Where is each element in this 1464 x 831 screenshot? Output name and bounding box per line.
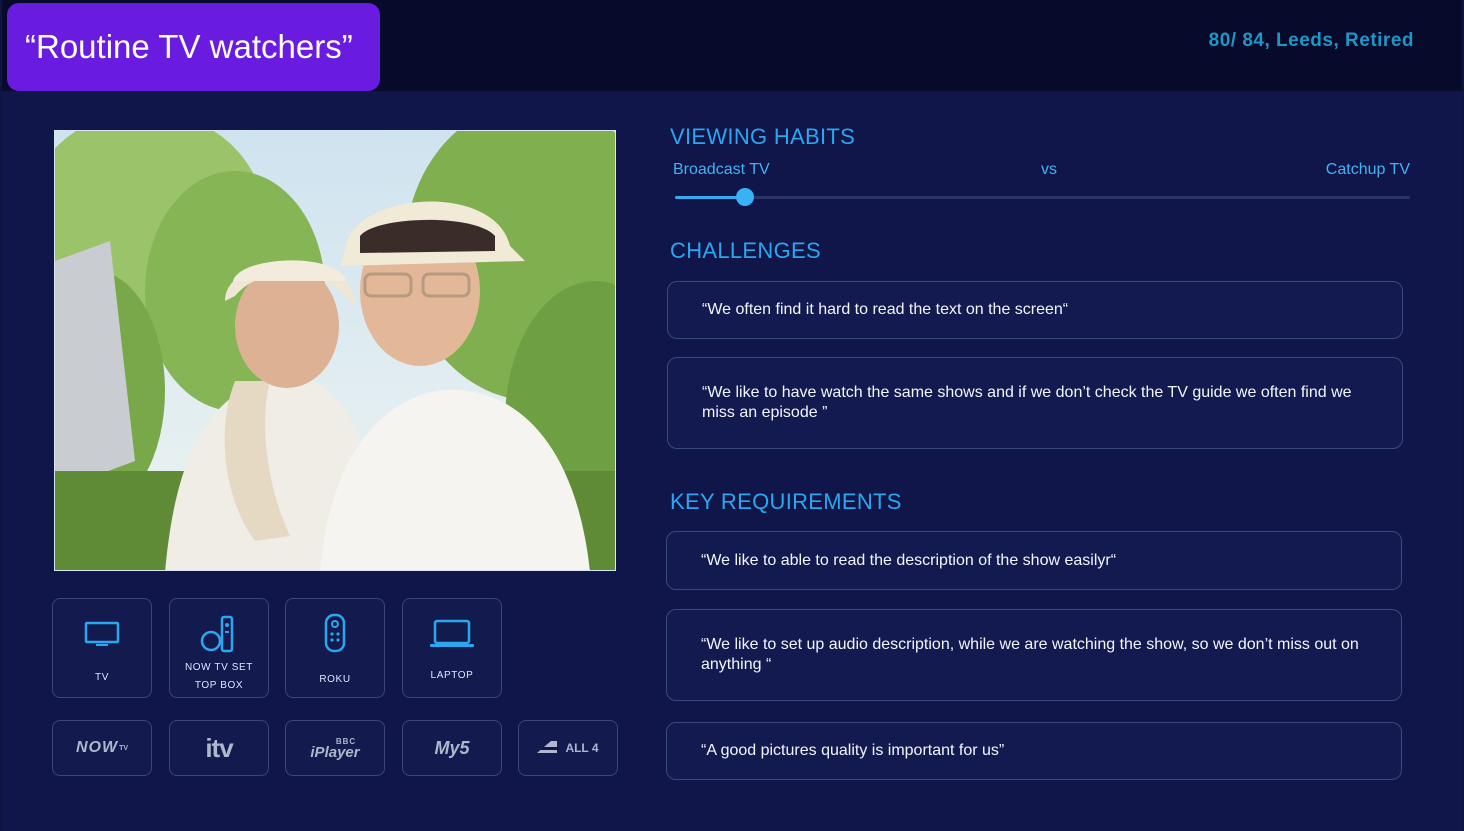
itv-logo: itv	[169, 720, 269, 776]
challenge-quote-text: “We often find it hard to read the text …	[702, 301, 1069, 318]
now-tv-logo-superscript: TV	[119, 744, 129, 752]
challenge-quote: “We often find it hard to read the text …	[667, 281, 1403, 339]
device-label: TV	[95, 672, 109, 683]
device-label: NOW TV SET TOP BOX	[184, 662, 254, 691]
remote-icon	[286, 613, 384, 658]
catchup-tv-label: Catchup TV	[1325, 161, 1410, 178]
persona-meta: 80/ 84, Leeds, Retired	[1208, 30, 1414, 51]
requirement-quote-text: “A good pictures quality is important fo…	[701, 742, 1005, 759]
device-tile-roku: ROKU	[285, 598, 385, 698]
viewing-habits-slider-fill	[675, 196, 745, 199]
challenge-quote: “We like to have watch the same shows an…	[667, 357, 1403, 449]
requirement-quote-text: “We like to set up audio description, wh…	[701, 636, 1359, 673]
now-tv-logo-text: NOW	[75, 739, 119, 756]
viewing-habits-heading: VIEWING HABITS	[670, 124, 856, 149]
device-label: ROKU	[319, 674, 351, 685]
now-tv-logo: NOW TV	[52, 720, 152, 776]
set-top-box-icon	[170, 613, 268, 658]
laptop-icon	[403, 619, 501, 654]
iplayer-logo-text: iPlayer	[310, 743, 360, 761]
persona-board: “Routine TV watchers” 80/ 84, Leeds, Ret…	[2, 0, 1462, 831]
device-tile-tv: TV	[52, 598, 152, 698]
requirement-quote: “We like to set up audio description, wh…	[666, 609, 1402, 701]
itv-logo-text: itv	[205, 732, 233, 763]
all4-logo-text: ALL 4	[565, 741, 599, 755]
device-tile-now-tv-box: NOW TV SET TOP BOX	[169, 598, 269, 698]
all4-icon	[537, 741, 560, 753]
bbc-iplayer-logo: BBC iPlayer	[285, 720, 385, 776]
challenges-heading: CHALLENGES	[670, 238, 821, 263]
my5-logo-text: My5	[434, 737, 470, 758]
persona-photo	[54, 130, 616, 571]
all4-logo: ALL 4	[518, 720, 618, 776]
header-bar: “Routine TV watchers” 80/ 84, Leeds, Ret…	[2, 0, 1462, 91]
requirement-quote: “A good pictures quality is important fo…	[666, 722, 1402, 780]
viewing-habits-slider-thumb[interactable]	[735, 188, 754, 206]
challenge-quote-text: “We like to have watch the same shows an…	[702, 384, 1352, 421]
requirement-quote: “We like to able to read the description…	[666, 531, 1402, 590]
viewing-habits-slider[interactable]	[675, 188, 1410, 206]
device-tile-laptop: LAPTOP	[402, 598, 502, 698]
requirement-quote-text: “We like to able to read the description…	[701, 551, 1117, 569]
viewing-habits-labels: Broadcast TV vs Catchup TV	[673, 161, 1410, 183]
vs-label: vs	[1041, 161, 1057, 178]
device-label: LAPTOP	[430, 670, 474, 681]
key-requirements-heading: KEY REQUIREMENTS	[670, 489, 902, 514]
persona-title: “Routine TV watchers”	[7, 3, 380, 91]
broadcast-tv-label: Broadcast TV	[673, 161, 770, 178]
my5-logo: My5	[402, 720, 502, 776]
tv-icon	[53, 621, 151, 654]
